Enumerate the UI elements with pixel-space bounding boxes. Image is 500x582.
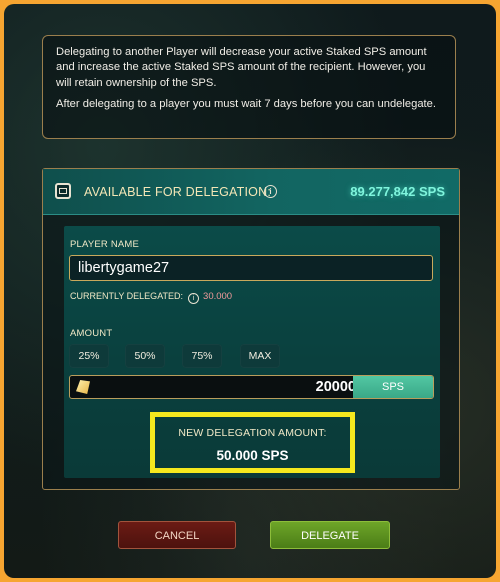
info-icon[interactable]: i bbox=[188, 293, 200, 304]
new-delegation-value: 50.000 SPS bbox=[216, 448, 289, 463]
amount-label: AMOUNT bbox=[70, 328, 113, 339]
delegation-card-icon bbox=[55, 183, 71, 199]
new-delegation-highlight: NEW DELEGATION AMOUNT: 50.000 SPS bbox=[150, 412, 355, 473]
info-paragraph-1: Delegating to another Player will decrea… bbox=[56, 46, 427, 89]
available-label: AVAILABLE FOR DELEGATION: bbox=[84, 185, 271, 199]
info-paragraph-2: After delegating to a player you must wa… bbox=[56, 98, 436, 111]
info-icon[interactable]: i bbox=[264, 185, 277, 198]
player-name-label: PLAYER NAME bbox=[70, 239, 140, 250]
currently-delegated-label: CURRENTLY DELEGATED: bbox=[70, 291, 184, 301]
player-name-input[interactable] bbox=[69, 255, 433, 281]
delegate-button[interactable]: DELEGATE bbox=[270, 521, 390, 549]
amount-50-button[interactable]: 50% bbox=[125, 344, 165, 368]
amount-unit: SPS bbox=[353, 376, 433, 398]
new-delegation-label: NEW DELEGATION AMOUNT: bbox=[178, 427, 327, 439]
cancel-button[interactable]: CANCEL bbox=[118, 521, 236, 549]
amount-max-button[interactable]: MAX bbox=[240, 344, 280, 368]
currently-delegated-value: 30.000 bbox=[203, 291, 233, 302]
info-box: Delegating to another Player will decrea… bbox=[42, 35, 456, 139]
currently-delegated-row: CURRENTLY DELEGATED: i 30.000 bbox=[70, 291, 232, 304]
available-amount: 89.277,842 SPS bbox=[350, 184, 445, 199]
dialog-frame: Delegating to another Player will decrea… bbox=[4, 4, 496, 578]
sps-token-icon bbox=[76, 380, 90, 394]
amount-25-button[interactable]: 25% bbox=[69, 344, 109, 368]
amount-75-button[interactable]: 75% bbox=[182, 344, 222, 368]
amount-field: SPS bbox=[69, 375, 434, 399]
amount-input[interactable] bbox=[100, 376, 356, 398]
panel-header: AVAILABLE FOR DELEGATION: i 89.277,842 S… bbox=[43, 169, 459, 215]
